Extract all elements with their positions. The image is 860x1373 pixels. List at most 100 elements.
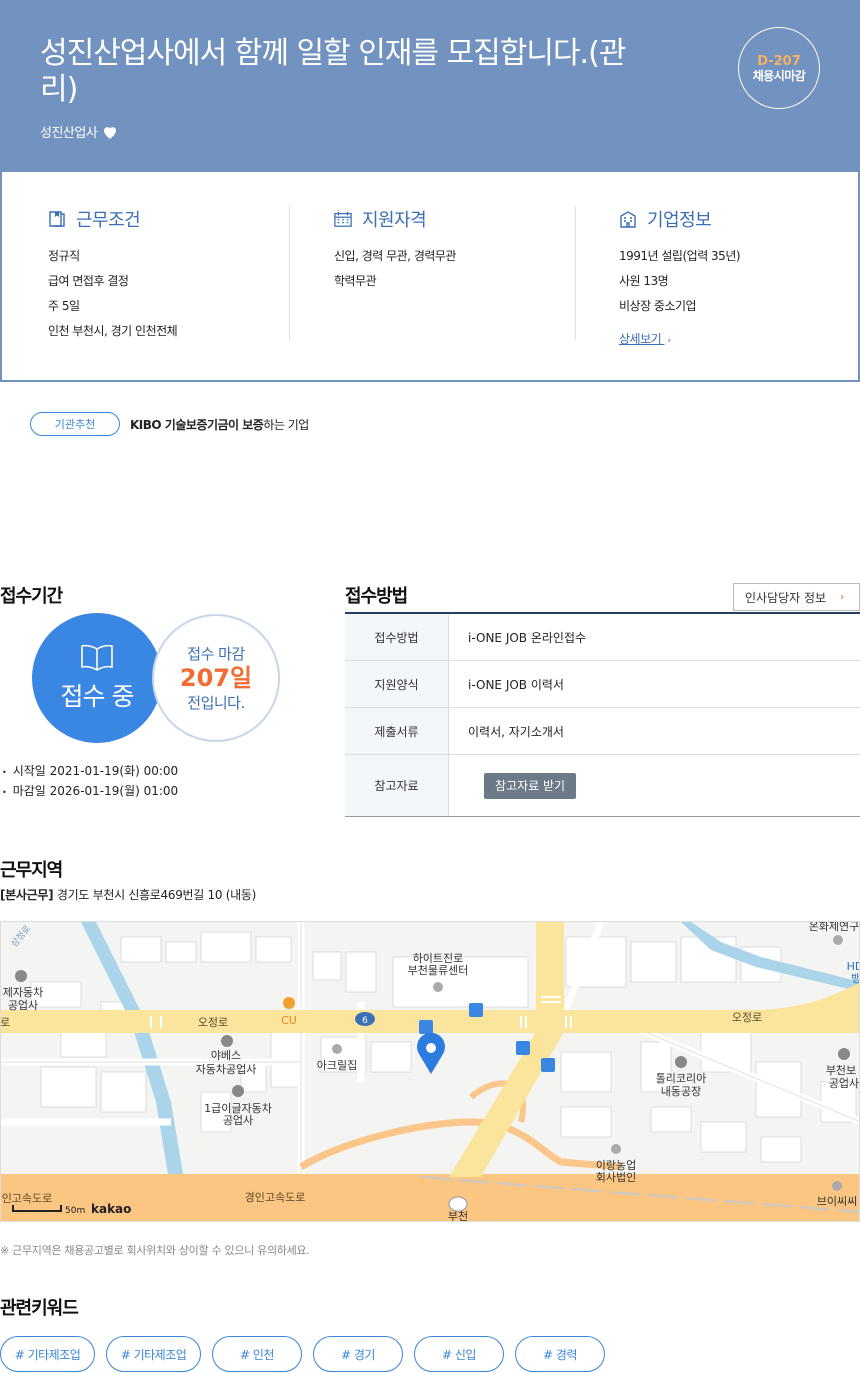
table-row: 접수방법 i-ONE JOB 온라인접수 xyxy=(345,614,860,661)
map-label: 하이트진로 xyxy=(413,951,464,965)
map-brand: kakao xyxy=(91,1202,131,1216)
row-value: i-ONE JOB 온라인접수 xyxy=(468,630,587,645)
book-icon xyxy=(81,644,113,671)
map-label: 야베스 xyxy=(211,1049,241,1062)
status-circle: 접수 중 xyxy=(32,613,162,743)
map-label: 부천물류센터 xyxy=(408,963,469,977)
location-map[interactable]: 하이트진로 부천물류센터 야베스 자동차공업사 아크릴집 1급이글자동차 공업사… xyxy=(0,921,860,1222)
status-label: 접수 중 xyxy=(60,682,135,711)
keyword-tag[interactable]: # 경기 xyxy=(313,1336,403,1372)
row-key: 지원양식 xyxy=(345,661,449,707)
row-value: i-ONE JOB 이력서 xyxy=(468,677,564,692)
company-line: 1991년 설립(업력 35년) xyxy=(619,249,741,263)
work-address: [본사근무] 경기도 부천시 신흥로469번길 10 (내동) xyxy=(0,886,256,903)
address-text: 경기도 부천시 신흥로469번길 10 (내동) xyxy=(53,888,256,902)
road-label: 경인고속도로 xyxy=(245,1191,306,1204)
deadline-days: 207일 xyxy=(179,664,253,692)
map-label: 브이씨씨 xyxy=(817,1195,857,1208)
map-label: 아크릴집 xyxy=(317,1059,357,1072)
address-tag: [본사근무] xyxy=(0,888,54,902)
deadline-circle: 접수 마감 207일 전입니다. xyxy=(152,614,280,742)
keyword-list: # 기타제조업 # 기타제조업 # 인천 # 경기 # 신입 # 경력 xyxy=(0,1336,605,1372)
row-key: 참고자료 xyxy=(345,755,449,816)
map-label: 자동차공업사 xyxy=(196,1063,257,1076)
map-label: 온화제연구 xyxy=(809,922,860,933)
qualifications-title: 지원자격 xyxy=(362,210,427,231)
dday-badge: D-207 채용시마감 xyxy=(738,27,820,109)
map-label: 공업사 xyxy=(223,1114,253,1127)
company-name[interactable]: 성진산업사 xyxy=(40,122,98,141)
map-label: 공업사 xyxy=(829,1077,859,1090)
map-label: 회사법인 xyxy=(596,1171,636,1184)
recommendation-row: 기관추천 KIBO 기술보증기금이 보증하는 기업 xyxy=(30,412,309,436)
company-info-title: 기업정보 xyxy=(647,210,712,231)
deadline-bottom: 전입니다. xyxy=(187,694,245,712)
hr-contact-button[interactable]: 인사담당자 정보 › xyxy=(733,583,860,611)
keyword-tag[interactable]: # 인천 xyxy=(212,1336,302,1372)
method-title: 접수방법 xyxy=(345,586,408,607)
period-title: 접수기간 xyxy=(0,586,63,607)
method-table: 접수방법 i-ONE JOB 온라인접수 지원양식 i-ONE JOB 이력서 … xyxy=(345,612,860,817)
calendar-icon xyxy=(334,211,352,227)
row-value: 이력서, 자기소개서 xyxy=(468,724,564,739)
heart-icon[interactable] xyxy=(101,123,119,141)
recommend-text-rest: 하는 기업 xyxy=(263,417,309,432)
qualification-line: 신입, 경력 무관, 경력무관 xyxy=(334,249,456,263)
map-label: 부천보 xyxy=(826,1063,856,1077)
table-row: 지원양식 i-ONE JOB 이력서 xyxy=(345,661,860,708)
company-line: 사원 13명 xyxy=(619,274,669,288)
company-detail-label: 상세보기 xyxy=(619,332,662,346)
table-row: 제출서류 이력서, 자기소개서 xyxy=(345,708,860,755)
row-key: 제출서류 xyxy=(345,708,449,754)
end-date: 마감일 2026-01-19(월) 01:00 xyxy=(0,782,178,802)
recommend-text: KIBO 기술보증기금이 보증하는 기업 xyxy=(130,416,309,433)
work-line: 급여 면접후 결정 xyxy=(48,274,129,288)
job-summary: 근무조건 정규직 급여 면접후 결정 주 5일 인천 부천시, 경기 인천전체 … xyxy=(0,172,860,382)
map-scale: 50m xyxy=(65,1206,85,1216)
road-label: 오정로 xyxy=(732,1011,762,1024)
keyword-tag[interactable]: # 신입 xyxy=(414,1336,504,1372)
map-label: 내동공장 xyxy=(661,1085,701,1098)
work-line: 주 5일 xyxy=(48,299,80,313)
chevron-right-icon: › xyxy=(840,591,845,603)
qualifications: 지원자격 신입, 경력 무관, 경력무관 학력무관 xyxy=(334,206,456,294)
column-divider xyxy=(575,206,576,340)
highway-badge-icon xyxy=(448,1196,468,1212)
map-label: 톨리코리아 xyxy=(656,1072,707,1085)
dday-type: 채용시마감 xyxy=(752,68,806,83)
company-detail-link[interactable]: 상세보기 › xyxy=(619,330,671,347)
location-note: ※ 근무지역은 채용공고별로 회사위치와 상이할 수 있으니 유의하세요. xyxy=(0,1244,310,1257)
dday-count: D-207 xyxy=(757,53,801,69)
road-label: 인고속도로 xyxy=(2,1192,53,1205)
location-title: 근무지역 xyxy=(0,860,63,881)
road-label: 오정로 xyxy=(198,1016,228,1029)
row-key: 접수방법 xyxy=(345,614,449,660)
job-header: 성진산업사에서 함께 일할 인재를 모집합니다.(관리) 성진산업사 D-207… xyxy=(0,0,860,172)
road-label: 로 xyxy=(1,1016,10,1029)
table-row: 참고자료 참고자료 받기 xyxy=(345,755,860,817)
keyword-tag[interactable]: # 기타제조업 xyxy=(0,1336,95,1372)
road-label: 삼정로 xyxy=(9,923,33,949)
poi-label: CU xyxy=(281,1014,297,1027)
company-line: 비상장 중소기업 xyxy=(619,299,697,313)
company-name-row: 성진산업사 xyxy=(40,122,119,141)
work-line: 정규직 xyxy=(48,249,80,263)
building-icon xyxy=(620,211,636,228)
keywords-title: 관련키워드 xyxy=(0,1298,79,1319)
work-line: 인천 부천시, 경기 인천전체 xyxy=(48,324,178,338)
map-label: 제자동차 xyxy=(3,986,43,999)
map-label: 공업사 xyxy=(8,999,38,1012)
company-info: 기업정보 1991년 설립(업력 35년) 사원 13명 비상장 중소기업 상세… xyxy=(619,206,741,347)
chevron-right-icon: › xyxy=(667,336,672,346)
start-date: 시작일 2021-01-19(화) 00:00 xyxy=(0,762,178,782)
keyword-tag[interactable]: # 경력 xyxy=(515,1336,605,1372)
job-title: 성진산업사에서 함께 일할 인재를 모집합니다.(관리) xyxy=(40,36,626,107)
route-number: 6 xyxy=(362,1016,368,1026)
work-conditions-title: 근무조건 xyxy=(76,210,141,231)
keyword-tag[interactable]: # 기타제조업 xyxy=(106,1336,201,1372)
download-reference-button[interactable]: 참고자료 받기 xyxy=(484,772,577,799)
period-dates: 시작일 2021-01-19(화) 00:00 마감일 2026-01-19(월… xyxy=(0,762,178,802)
work-conditions: 근무조건 정규직 급여 면접후 결정 주 5일 인천 부천시, 경기 인천전체 xyxy=(48,206,178,344)
hr-contact-label: 인사담당자 정보 xyxy=(745,590,827,605)
column-divider xyxy=(289,206,290,340)
